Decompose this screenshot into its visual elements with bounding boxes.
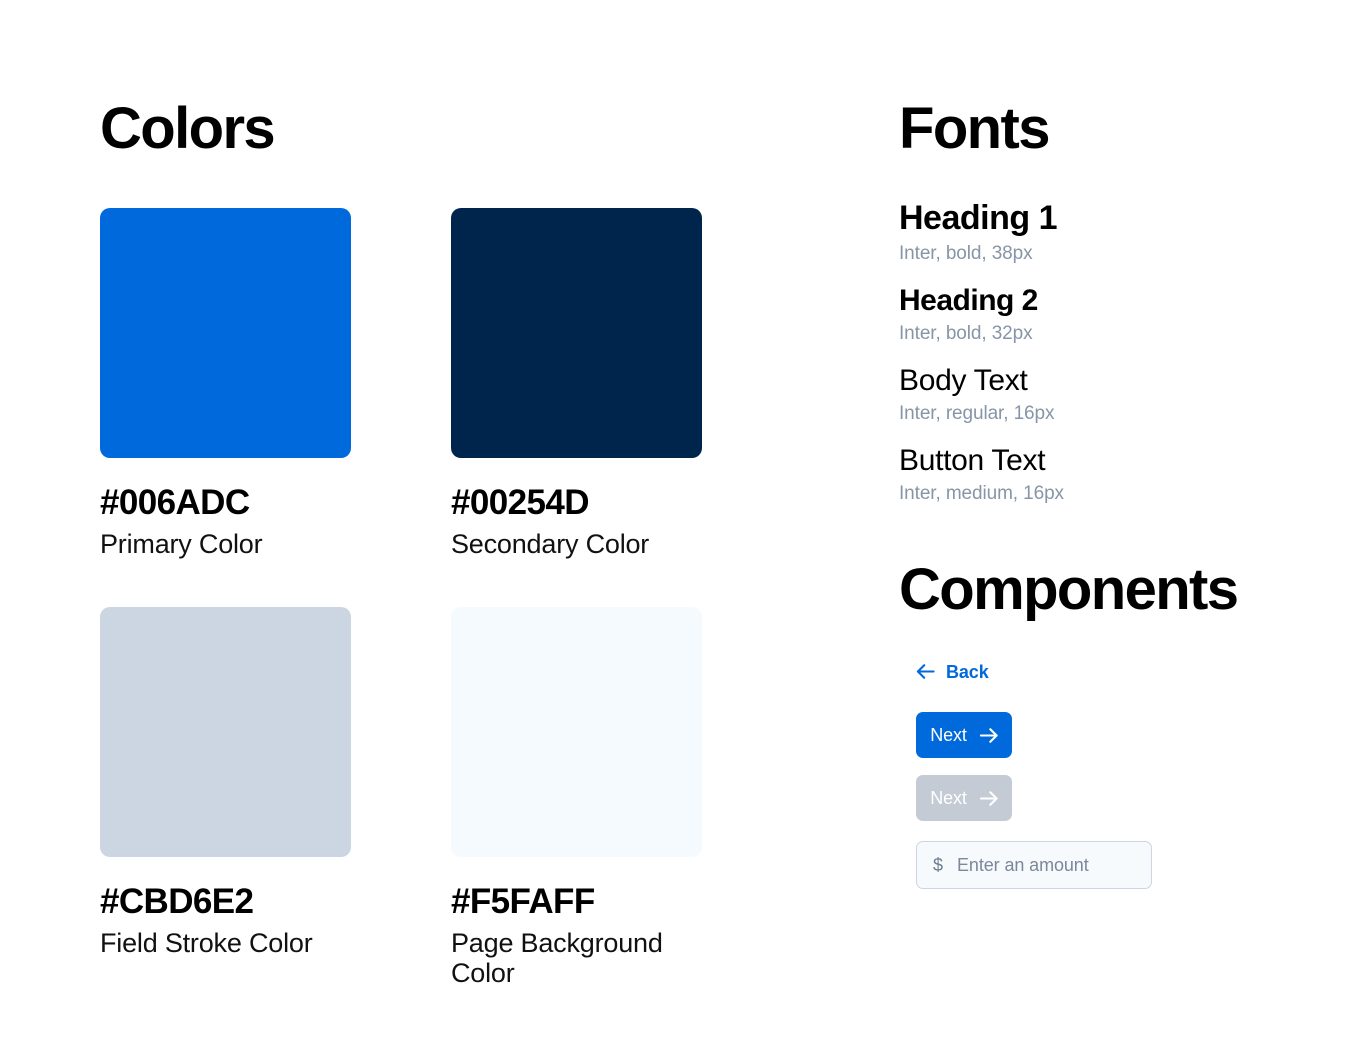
color-hex-label: #F5FAFF	[451, 881, 595, 921]
next-button-label: Next	[930, 725, 967, 746]
color-swatch-page-background: #F5FAFF Page Background Color	[451, 606, 702, 988]
font-spec-text: Inter, regular, 16px	[899, 402, 1055, 424]
color-chip	[451, 606, 702, 857]
fonts-section-title: Fonts	[899, 96, 1050, 161]
next-button[interactable]: Next	[916, 712, 1012, 759]
color-name-label: Secondary Color	[451, 528, 650, 559]
colors-section: Colors #006ADC Primary Color #00254D Sec…	[100, 100, 820, 988]
font-style-heading-2: Heading 2 Inter, bold, 32px	[899, 284, 1319, 346]
color-name-label: Page Background Color	[451, 927, 663, 988]
back-link[interactable]: Back	[916, 663, 989, 681]
next-button-disabled: Next	[916, 775, 1012, 822]
arrow-right-icon	[979, 727, 998, 743]
color-swatch-primary: #006ADC Primary Color	[100, 208, 351, 559]
right-column: Fonts Heading 1 Inter, bold, 38px Headin…	[899, 100, 1319, 890]
font-style-list: Heading 1 Inter, bold, 38px Heading 2 In…	[899, 199, 1319, 506]
color-chip	[100, 208, 351, 458]
amount-input-field[interactable]: $ Enter an amount	[916, 841, 1152, 890]
font-spec-text: Inter, medium, 16px	[899, 482, 1064, 504]
arrow-left-icon	[916, 664, 935, 679]
color-name-label: Primary Color	[100, 528, 263, 559]
color-swatch-secondary: #00254D Secondary Color	[451, 208, 702, 559]
font-sample-text: Button Text	[899, 443, 1046, 477]
components-section-title: Components	[899, 556, 1239, 622]
color-chip	[451, 208, 702, 458]
color-swatch-field-stroke: #CBD6E2 Field Stroke Color	[100, 606, 351, 988]
design-system-page: Colors #006ADC Primary Color #00254D Sec…	[0, 0, 1372, 1038]
font-spec-text: Inter, bold, 38px	[899, 243, 1033, 265]
component-previews: Back Next Next $ Enter an amount	[899, 663, 1319, 890]
font-style-heading-1: Heading 1 Inter, bold, 38px	[899, 199, 1319, 266]
fonts-section: Fonts Heading 1 Inter, bold, 38px Headin…	[899, 100, 1319, 506]
color-hex-label: #00254D	[451, 483, 589, 522]
font-sample-text: Heading 2	[899, 284, 1038, 318]
font-style-button-text: Button Text Inter, medium, 16px	[899, 444, 1319, 506]
amount-input-placeholder: Enter an amount	[957, 855, 1089, 876]
color-chip	[100, 606, 351, 857]
color-swatch-grid: #006ADC Primary Color #00254D Secondary …	[100, 208, 820, 988]
next-button-disabled-label: Next	[930, 788, 967, 809]
colors-section-title: Colors	[100, 96, 276, 161]
font-sample-text: Body Text	[899, 363, 1028, 397]
components-section: Components Back Next Next $ Enter an amo…	[899, 556, 1319, 890]
font-style-body-text: Body Text Inter, regular, 16px	[899, 364, 1319, 426]
color-hex-label: #CBD6E2	[100, 881, 254, 921]
font-sample-text: Heading 1	[899, 199, 1057, 237]
font-spec-text: Inter, bold, 32px	[899, 323, 1033, 345]
color-hex-label: #006ADC	[100, 483, 250, 522]
color-name-label: Field Stroke Color	[100, 927, 313, 958]
back-link-label: Back	[946, 661, 989, 682]
currency-symbol-icon: $	[933, 855, 944, 876]
arrow-right-icon	[979, 790, 998, 806]
